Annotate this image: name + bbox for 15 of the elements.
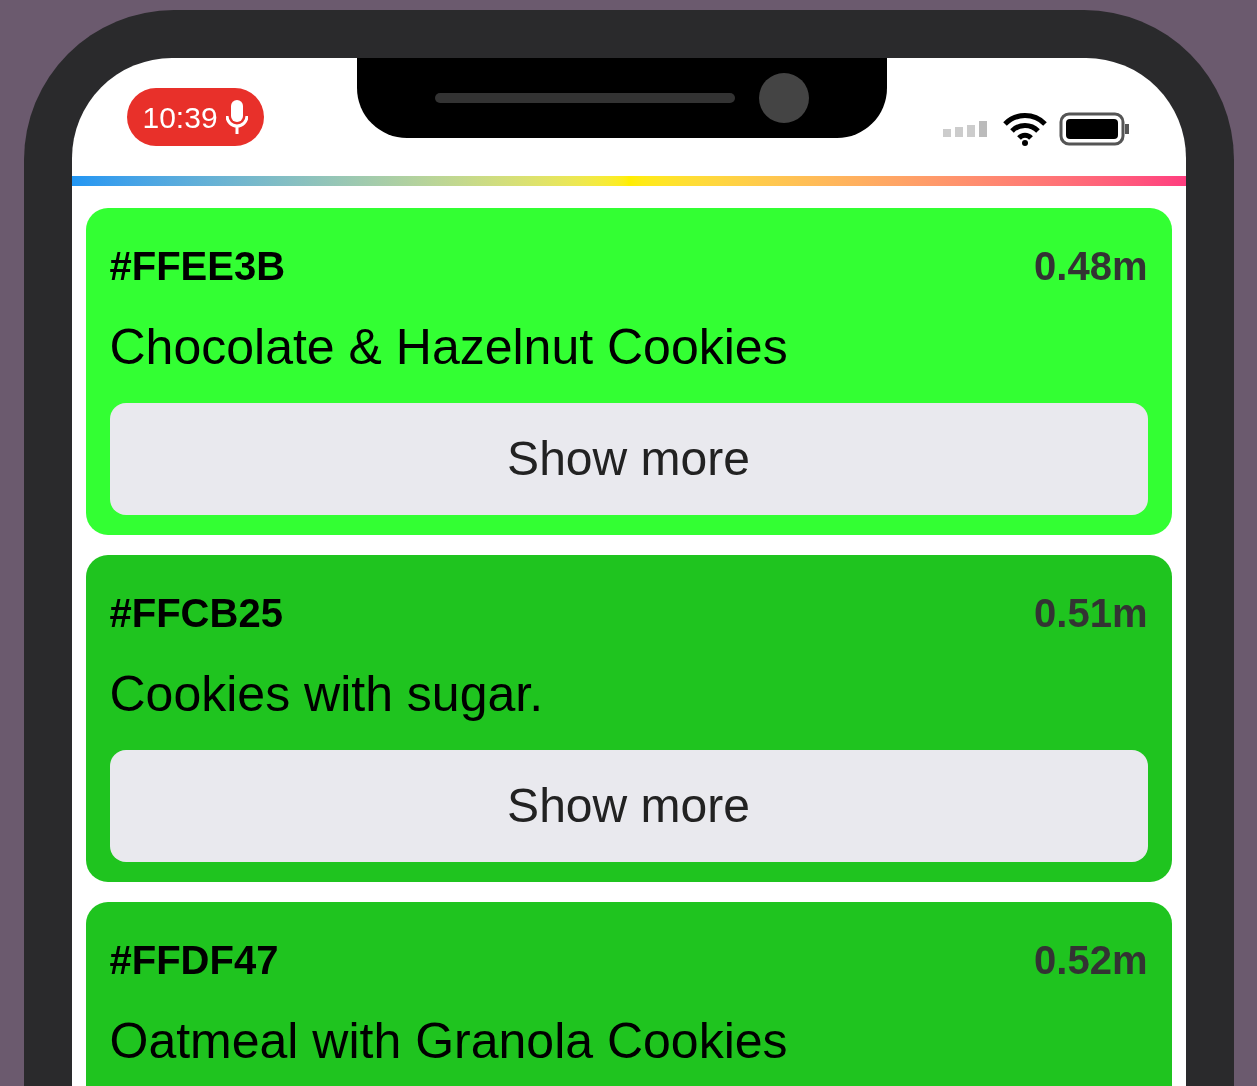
color-code: #FFEE3B <box>109 243 286 290</box>
recipe-title: Cookies with sugar. <box>109 665 545 724</box>
show-more-button[interactable]: Show more <box>109 403 1148 515</box>
recipe-title: Chocolate & Hazelnut Cookies <box>109 318 789 377</box>
recipe-title: Oatmeal with Granola Cookies <box>109 1012 789 1071</box>
wifi-icon <box>1002 112 1047 146</box>
color-code: #FFDF47 <box>109 937 279 984</box>
duration-label: 0.51m <box>1034 590 1148 637</box>
color-code: #FFCB25 <box>109 590 283 637</box>
duration-label: 0.52m <box>1034 937 1148 984</box>
status-time: 10:39 <box>142 99 218 136</box>
battery-icon <box>1058 112 1131 146</box>
duration-label: 0.48m <box>1034 243 1148 290</box>
microphone-icon <box>225 100 248 134</box>
show-more-button[interactable]: Show more <box>109 750 1148 862</box>
